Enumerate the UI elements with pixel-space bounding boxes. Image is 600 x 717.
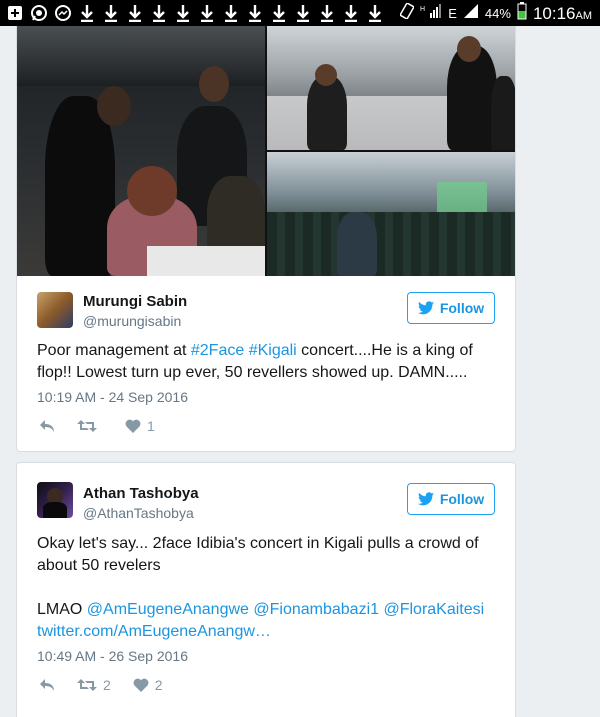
retweet-icon [77, 679, 97, 691]
download-icon [150, 3, 168, 23]
follow-button[interactable]: Follow [407, 483, 495, 515]
messenger-icon [54, 3, 72, 23]
download-icon [222, 3, 240, 23]
tweet-timestamp[interactable]: 10:19 AM - 24 Sep 2016 [37, 389, 188, 405]
like-count: 2 [154, 677, 163, 693]
download-icon [198, 3, 216, 23]
follow-button[interactable]: Follow [407, 292, 495, 324]
whatsapp-icon [30, 3, 48, 23]
tweet-actions: 2 2 [39, 677, 185, 693]
download-icon [246, 3, 264, 23]
clock-suffix: AM [575, 9, 593, 22]
network-type: E [448, 6, 457, 21]
rotate-icon [399, 2, 415, 24]
reply-button[interactable] [39, 678, 55, 692]
heart-icon [133, 678, 149, 692]
tweet-text: Okay let's say... 2face Idibia's concert… [37, 535, 479, 574]
tweet-photo[interactable] [267, 26, 515, 150]
add-box-icon [6, 3, 24, 23]
tweet: Athan Tashobya @AthanTashobya Follow Oka… [17, 463, 515, 717]
timeline[interactable]: Murungi Sabin @murungisabin Follow Poor … [0, 26, 600, 717]
url-link[interactable]: twitter.com/AmEugeneAnangw… [37, 623, 271, 640]
retweet-button[interactable]: 2 [77, 677, 111, 693]
download-icon [102, 3, 120, 23]
retweet-button[interactable] [77, 419, 103, 433]
hashtag-link[interactable]: #Kigali [249, 342, 297, 359]
download-icon [318, 3, 336, 23]
download-icon [126, 3, 144, 23]
twitter-bird-icon [417, 492, 434, 506]
download-icon [294, 3, 312, 23]
tweet-card[interactable]: Murungi Sabin @murungisabin Follow Poor … [16, 26, 516, 452]
clock: 10:16AM [533, 4, 592, 24]
reply-icon [40, 420, 54, 432]
tweet-text-part: LMAO [37, 601, 87, 618]
tweet-photo[interactable] [267, 152, 515, 276]
display-name[interactable]: Athan Tashobya [83, 485, 199, 502]
download-icon [78, 3, 96, 23]
twitter-bird-icon [417, 301, 434, 315]
avatar[interactable] [37, 482, 73, 518]
clock-time: 10:16 [532, 3, 576, 23]
download-icon [342, 3, 360, 23]
hashtag-link[interactable]: #2Face [191, 342, 244, 359]
battery-percent: 44% [484, 6, 511, 21]
signal-icon: H [420, 3, 442, 24]
tweet-mentions: LMAO @AmEugeneAnangwe @Fionambabazi1 @Fl… [37, 599, 497, 643]
reply-button[interactable] [39, 419, 55, 433]
battery-icon [517, 2, 527, 25]
tweet-photo-grid[interactable] [17, 26, 515, 276]
status-bar: H E 44% 10:16AM [0, 0, 600, 26]
download-icon [174, 3, 192, 23]
display-name[interactable]: Murungi Sabin [83, 293, 187, 310]
avatar[interactable] [37, 292, 73, 328]
mention-link[interactable]: @FloraKaitesi [383, 601, 484, 618]
user-handle[interactable]: @murungisabin [83, 313, 181, 329]
notification-icons [6, 3, 384, 23]
retweet-count: 2 [103, 677, 111, 693]
signal-icon [463, 3, 479, 24]
download-icon [270, 3, 288, 23]
tweet-text: Poor management at #2Face #Kigali concer… [37, 340, 497, 384]
user-handle[interactable]: @AthanTashobya [83, 505, 194, 521]
svg-text:H: H [420, 6, 425, 13]
system-status: H E 44% 10:16AM [399, 2, 592, 25]
tweet-text-part: Poor management at [37, 342, 191, 359]
tweet-photo[interactable] [17, 26, 265, 276]
reply-icon [40, 679, 54, 691]
follow-label: Follow [439, 300, 485, 316]
tweet-actions: 1 [39, 418, 177, 434]
retweet-icon [77, 420, 97, 432]
tweet-timestamp[interactable]: 10:49 AM - 26 Sep 2016 [37, 648, 188, 664]
tweet: Murungi Sabin @murungisabin Follow Poor … [17, 276, 515, 451]
like-button[interactable]: 1 [125, 418, 155, 434]
follow-label: Follow [439, 491, 485, 507]
mention-link[interactable]: @AmEugeneAnangwe [87, 601, 249, 618]
mention-link[interactable]: @Fionambabazi1 [253, 601, 379, 618]
download-icon [366, 3, 384, 23]
like-button[interactable]: 2 [133, 677, 163, 693]
heart-icon [125, 419, 141, 433]
like-count: 1 [147, 418, 155, 434]
tweet-card[interactable]: Athan Tashobya @AthanTashobya Follow Oka… [16, 462, 516, 717]
